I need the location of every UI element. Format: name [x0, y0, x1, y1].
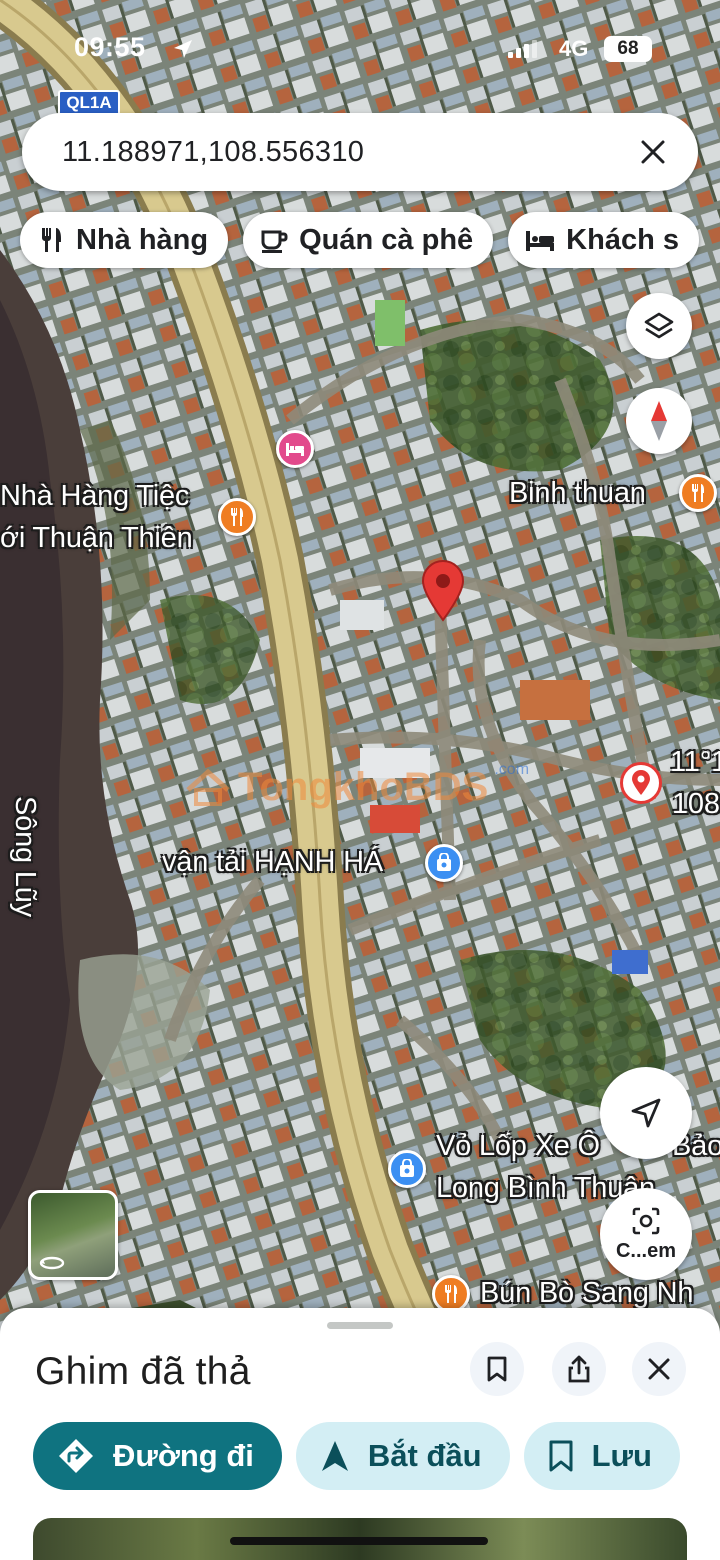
chip-label: Quán cà phê	[299, 223, 474, 256]
navigation-arrow-icon	[321, 1441, 348, 1471]
category-chips: Nhà hàng Quán cà phê Khách s	[20, 212, 699, 268]
hotel-poi-icon[interactable]	[276, 430, 314, 468]
compass-icon	[651, 401, 667, 441]
location-pin-icon[interactable]	[620, 762, 662, 804]
binh-thuan-label: Binh thuan	[509, 477, 646, 509]
signal-icon	[508, 40, 537, 58]
clear-search-icon[interactable]	[634, 133, 672, 171]
chip-hotels[interactable]: Khách s	[508, 212, 699, 268]
close-icon	[648, 1358, 670, 1380]
hotel-icon	[526, 231, 555, 251]
tire-shop-poi-icon[interactable]	[388, 1150, 426, 1188]
chip-restaurants[interactable]: Nhà hàng	[20, 212, 229, 268]
directions-label: Đường đi	[113, 1438, 254, 1473]
chip-coffee[interactable]: Quán cà phê	[243, 212, 494, 268]
bookmark-icon	[487, 1356, 507, 1382]
start-label: Bắt đầu	[367, 1438, 482, 1473]
bun-bo-label: Bún Bò Sang Nh	[480, 1277, 694, 1309]
close-sheet-button[interactable]	[632, 1342, 686, 1396]
watermark: TongkhoBDS .com	[184, 761, 529, 810]
share-button[interactable]	[552, 1342, 606, 1396]
coord-label-2: 108	[672, 788, 720, 820]
location-arrow-icon	[174, 40, 192, 58]
home-indicator[interactable]	[230, 1537, 488, 1545]
my-location-button[interactable]	[600, 1067, 692, 1159]
save-icon-button[interactable]	[470, 1342, 524, 1396]
layers-icon	[644, 312, 674, 339]
binh-thuan-poi-icon[interactable]	[679, 474, 717, 512]
camera-search-icon	[632, 1207, 660, 1234]
layers-button[interactable]	[626, 293, 692, 359]
place-sheet[interactable]: Ghim đã thả Đường đi Bắt đầu Lưu	[0, 1308, 720, 1560]
start-button[interactable]: Bắt đầu	[295, 1422, 510, 1490]
compass-button[interactable]	[626, 388, 692, 454]
restaurant-poi-icon[interactable]	[218, 498, 256, 536]
directions-icon	[59, 1439, 93, 1473]
sheet-drag-handle[interactable]	[327, 1322, 393, 1329]
shopping-poi-icon[interactable]	[425, 844, 463, 882]
restaurant-left-label-2: ới Thuận Thiên	[0, 522, 193, 554]
restaurant-icon	[42, 228, 61, 252]
van-tai-label: vận tải HẠNH HÁ	[162, 846, 384, 878]
dropped-pin-icon[interactable]	[420, 560, 466, 622]
save-button[interactable]: Lưu	[523, 1422, 680, 1490]
lens-button[interactable]: C...em	[600, 1188, 692, 1280]
coffee-icon	[261, 230, 288, 253]
share-icon	[568, 1355, 590, 1383]
save-label: Lưu	[591, 1438, 652, 1473]
search-query[interactable]: 11.188971,108.556310	[62, 136, 364, 169]
search-bar[interactable]: 11.188971,108.556310	[22, 113, 698, 191]
battery-icon: 68	[604, 36, 652, 62]
restaurant-left-label-1: Nhà Hàng Tiệc	[0, 480, 190, 512]
directions-button[interactable]: Đường đi	[33, 1422, 282, 1490]
rotate-360-icon	[39, 1256, 65, 1270]
song-luy-label: Sông Lũy	[8, 796, 41, 917]
sheet-actions: Đường đi Bắt đầu Lưu	[33, 1422, 680, 1490]
network-type: 4G	[559, 36, 589, 61]
tire-shop-label-1: Vỏ Lốp Xe Ô	[436, 1130, 600, 1162]
status-time: 09:55	[74, 32, 146, 62]
lens-label: C...em	[615, 1239, 677, 1262]
bookmark-icon	[549, 1440, 573, 1472]
chip-label: Nhà hàng	[76, 223, 209, 256]
chip-label: Khách s	[566, 223, 679, 256]
battery-level: 68	[617, 38, 639, 59]
status-bar: 09:55 4G 68	[0, 30, 720, 70]
street-view-thumbnail[interactable]	[28, 1190, 118, 1280]
navigation-arrow-icon	[631, 1098, 661, 1128]
sheet-title: Ghim đã thả	[35, 1350, 251, 1393]
coord-label-1: 11°1	[670, 746, 720, 778]
